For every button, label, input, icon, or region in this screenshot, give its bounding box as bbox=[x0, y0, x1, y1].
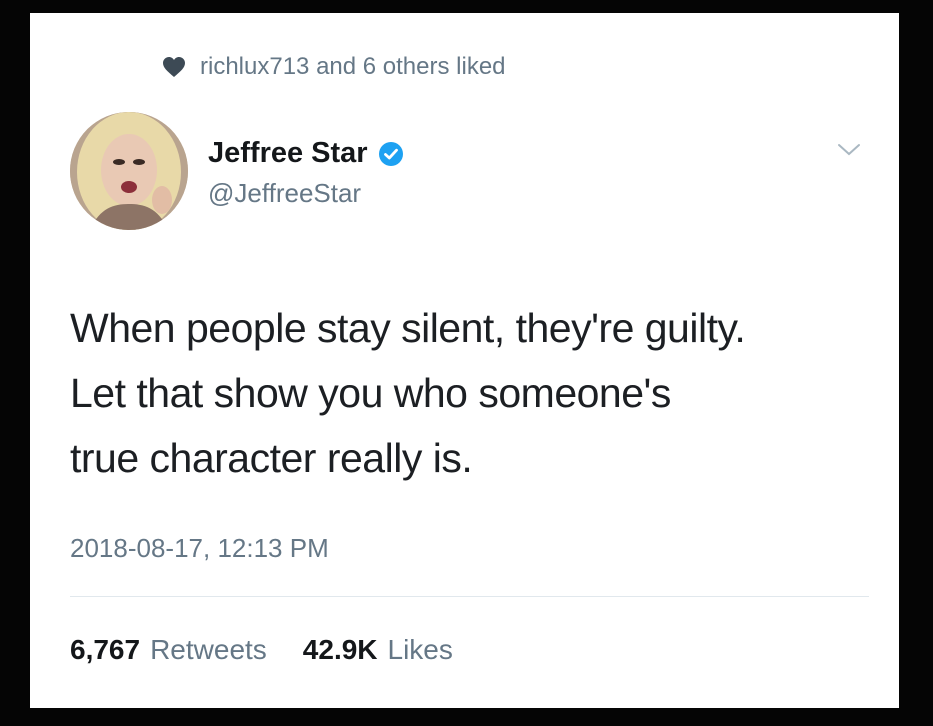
verified-badge-icon bbox=[378, 141, 404, 167]
tweet-text: When people stay silent, they're guilty.… bbox=[70, 296, 880, 490]
tweet-text-line: Let that show you who someone's bbox=[70, 369, 671, 416]
author-handle[interactable]: @JeffreeStar bbox=[208, 178, 404, 209]
likes-count[interactable]: 42.9K bbox=[303, 634, 378, 666]
tweet-card: richlux713 and 6 others liked Jeffree St… bbox=[30, 13, 899, 708]
likes-label[interactable]: Likes bbox=[388, 634, 453, 666]
liked-by-text: richlux713 and 6 others liked bbox=[200, 53, 506, 80]
chevron-down-icon[interactable] bbox=[837, 143, 861, 157]
avatar[interactable] bbox=[70, 112, 188, 230]
tweet-timestamp[interactable]: 2018-08-17, 12:13 PM bbox=[70, 533, 329, 564]
tweet-text-line: When people stay silent, they're guilty. bbox=[70, 305, 746, 351]
screenshot-frame: richlux713 and 6 others liked Jeffree St… bbox=[0, 0, 933, 726]
heart-icon bbox=[162, 56, 186, 78]
author-info[interactable]: Jeffree Star @JeffreeStar bbox=[208, 137, 404, 209]
divider bbox=[70, 596, 869, 597]
retweets-label[interactable]: Retweets bbox=[150, 634, 267, 666]
author-display-name[interactable]: Jeffree Star bbox=[208, 137, 368, 170]
tweet-stats: 6,767 Retweets 42.9K Likes bbox=[70, 634, 453, 666]
retweets-count[interactable]: 6,767 bbox=[70, 634, 140, 666]
tweet-text-line: true character really is. bbox=[70, 434, 473, 481]
social-context[interactable]: richlux713 and 6 others liked bbox=[162, 53, 506, 81]
